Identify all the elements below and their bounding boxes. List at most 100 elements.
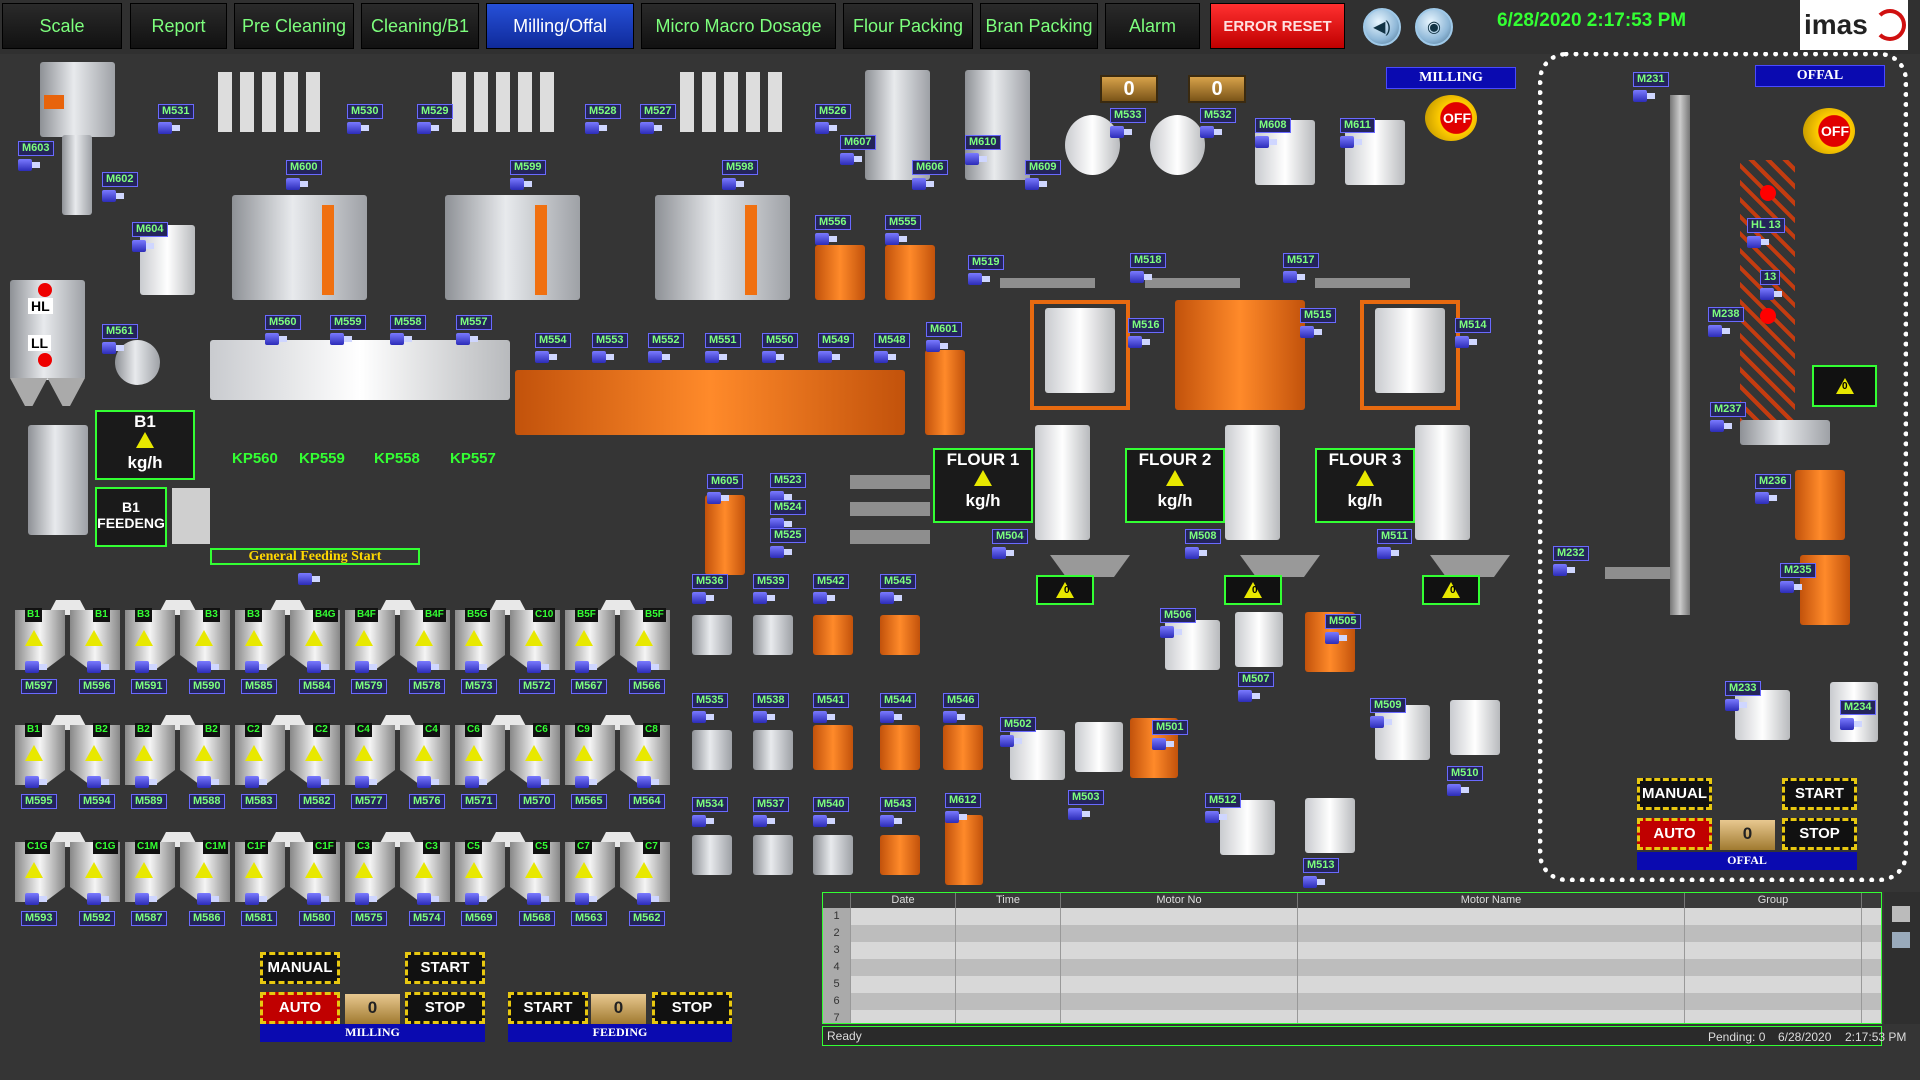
motor-icon[interactable] [753,591,777,605]
bran-finisher-cell[interactable]: C3 C3 M575 M574 [345,832,455,927]
motor-icon[interactable] [510,177,534,191]
motor-icon[interactable] [135,892,159,906]
motor-icon[interactable] [527,892,551,906]
print-icon[interactable] [1892,932,1910,948]
motor-icon[interactable] [197,892,221,906]
motor-icon[interactable] [1128,335,1152,349]
motor-icon[interactable] [1303,875,1327,889]
feeding-start-button[interactable]: START [508,992,588,1024]
motor-icon[interactable] [527,660,551,674]
motor-icon[interactable] [640,121,664,135]
motor-icon[interactable] [815,121,839,135]
motor-icon[interactable] [585,121,609,135]
motor-icon[interactable] [465,892,489,906]
motor-icon[interactable] [722,177,746,191]
offal-manual-button[interactable]: MANUAL [1637,778,1712,810]
motor-icon[interactable] [197,660,221,674]
motor-icon[interactable] [1377,546,1401,560]
motor-icon[interactable] [637,892,661,906]
motor-icon[interactable] [417,121,441,135]
milling-stop-button[interactable]: STOP [405,992,485,1024]
bran-finisher-cell[interactable]: C1G C1G M593 M592 [15,832,125,927]
motor-icon[interactable] [692,591,716,605]
export-icon[interactable] [1892,906,1910,922]
motor-icon[interactable] [1238,689,1262,703]
motor-icon[interactable] [770,545,794,559]
motor-icon[interactable] [813,710,837,724]
motor-icon[interactable] [880,710,904,724]
bran-finisher-cell[interactable]: C6 C6 M571 M570 [455,715,565,810]
motor-icon[interactable] [245,660,269,674]
motor-icon[interactable] [992,546,1016,560]
motor-icon[interactable] [1068,807,1092,821]
motor-icon[interactable] [707,491,731,505]
motor-icon[interactable] [330,332,354,346]
motor-icon[interactable] [417,660,441,674]
motor-icon[interactable] [465,660,489,674]
tab-scale[interactable]: Scale [2,3,122,49]
motor-icon[interactable] [818,350,842,364]
motor-icon[interactable] [1283,270,1307,284]
motor-icon[interactable] [1747,235,1771,249]
general-feeding-start-button[interactable]: General Feeding Start [210,548,420,565]
motor-icon[interactable] [25,775,49,789]
motor-icon[interactable] [135,775,159,789]
motor-icon[interactable] [25,892,49,906]
offal-stop-button[interactable]: STOP [1782,818,1857,850]
motor-icon[interactable] [1160,625,1184,639]
motor-icon[interactable] [286,177,310,191]
motor-icon[interactable] [1760,287,1784,301]
motor-icon[interactable] [307,775,331,789]
table-row[interactable]: 1 [823,908,1881,925]
motor-icon[interactable] [102,341,126,355]
bran-finisher-cell[interactable]: B5G C10 M573 M572 [455,600,565,695]
tab-cleaning-b1[interactable]: Cleaning/B1 [361,3,479,49]
sound-mute-icon[interactable]: ◉ [1415,8,1453,46]
bran-finisher-cell[interactable]: B3 B3 M591 M590 [125,600,235,695]
tab-milling-offal[interactable]: Milling/Offal [486,3,634,49]
bran-finisher-cell[interactable]: B1 B1 M597 M596 [15,600,125,695]
motor-icon[interactable] [245,775,269,789]
offal-off-button[interactable]: OFF [1803,108,1855,154]
offal-start-button[interactable]: START [1782,778,1857,810]
bran-finisher-cell[interactable]: C5 C5 M569 M568 [455,832,565,927]
b1-feeding-switch[interactable] [172,488,210,544]
bran-finisher-cell[interactable]: C1M C1M M587 M586 [125,832,235,927]
table-row[interactable]: 6 [823,993,1881,1010]
motor-icon[interactable] [465,775,489,789]
motor-icon[interactable] [527,775,551,789]
motor-icon[interactable] [355,892,379,906]
motor-icon[interactable] [880,591,904,605]
motor-icon[interactable] [307,660,331,674]
bran-finisher-cell[interactable]: C2 C2 M583 M582 [235,715,345,810]
motor-icon[interactable] [637,660,661,674]
motor-icon[interactable] [1780,580,1804,594]
motor-icon[interactable] [912,177,936,191]
bran-finisher-cell[interactable]: B1 B2 M595 M594 [15,715,125,810]
motor-icon[interactable] [135,660,159,674]
motor-icon[interactable] [1185,546,1209,560]
motor-icon[interactable] [390,332,414,346]
motor-icon[interactable] [87,775,111,789]
motor-icon[interactable] [87,892,111,906]
motor-icon[interactable] [417,775,441,789]
motor-icon[interactable] [648,350,672,364]
motor-icon[interactable] [1130,270,1154,284]
motor-icon[interactable] [1370,715,1394,729]
motor-icon[interactable] [885,232,909,246]
motor-icon[interactable] [762,350,786,364]
error-reset-button[interactable]: ERROR RESET [1210,3,1345,49]
motor-icon[interactable] [1255,135,1279,149]
sound-on-icon[interactable]: ◀) [1363,8,1401,46]
motor-icon[interactable] [25,660,49,674]
motor-icon[interactable] [1152,737,1176,751]
tab-alarm[interactable]: Alarm [1105,3,1200,49]
tab-bran-packing[interactable]: Bran Packing [980,3,1098,49]
motor-icon[interactable] [965,152,989,166]
motor-icon[interactable] [18,158,42,172]
bran-finisher-cell[interactable]: C4 C4 M577 M576 [345,715,455,810]
motor-icon[interactable] [245,892,269,906]
motor-icon[interactable] [1840,717,1864,731]
motor-icon[interactable] [347,121,371,135]
tab-flour-packing[interactable]: Flour Packing [843,3,973,49]
